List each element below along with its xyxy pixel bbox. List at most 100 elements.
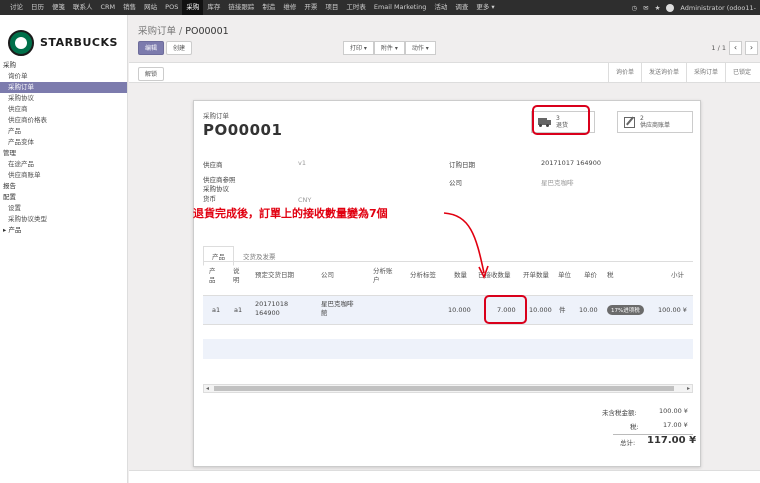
sidebar-item[interactable]: 采购订单: [0, 82, 127, 93]
star-icon[interactable]: ★: [655, 4, 661, 12]
col-price[interactable]: 单价: [584, 271, 597, 280]
app-menu-item[interactable]: 链接跟踪: [224, 0, 258, 15]
vendor-bills-smart-button[interactable]: 2 供应商账单: [617, 111, 693, 133]
clock-icon[interactable]: ◷: [631, 4, 637, 12]
col-analytic-tags[interactable]: 分析标签: [410, 271, 436, 280]
app-menu-item[interactable]: CRM: [97, 0, 120, 15]
app-menu-item[interactable]: 网站: [140, 0, 161, 15]
col-analytic-account[interactable]: 分析账 户: [373, 267, 393, 285]
cell-product[interactable]: a1: [212, 306, 220, 315]
sidebar-section[interactable]: 配置: [0, 192, 127, 203]
untaxed-label: 未含税金额:: [602, 409, 637, 417]
app-menu-item[interactable]: 制造: [258, 0, 279, 15]
app-menu-item[interactable]: 工时表: [342, 0, 370, 15]
logo-text: STARBUCKS: [40, 36, 118, 49]
order-date-label: 订购日期: [449, 161, 475, 169]
empty-row: [203, 359, 693, 379]
avatar[interactable]: [666, 3, 675, 12]
app-menu-item[interactable]: 活动: [430, 0, 451, 15]
cell-qty[interactable]: 10.000: [448, 306, 471, 315]
cell-billed[interactable]: 10.000: [529, 306, 552, 315]
col-uom[interactable]: 单位: [558, 271, 571, 280]
order-date-value[interactable]: 20171017 164900: [541, 159, 601, 167]
vendor-value[interactable]: v1: [298, 159, 306, 167]
stage-item[interactable]: 发送询价单: [640, 63, 686, 83]
sidebar-section[interactable]: ▸ 产品: [0, 225, 127, 236]
stage-item[interactable]: 采购订单: [685, 63, 725, 83]
col-subtotal[interactable]: 小计: [671, 271, 684, 280]
company-value[interactable]: 星巴克咖啡: [541, 177, 574, 187]
pager-next-button[interactable]: ›: [745, 41, 758, 55]
sidebar: STARBUCKS 采购 询价单 采购订单 采购协议 供应商 供应商价格表 产品 产品变体 管理…: [0, 15, 128, 483]
app-menu-item[interactable]: 项目: [321, 0, 342, 15]
chatter-area: [129, 470, 760, 483]
pager-prev-button[interactable]: ‹: [729, 41, 742, 55]
sidebar-item[interactable]: 采购协议: [0, 93, 127, 104]
breadcrumb-parent[interactable]: 采购订单: [138, 26, 176, 37]
sidebar-item[interactable]: 产品: [0, 126, 127, 137]
app-menu-item[interactable]: 日历: [27, 0, 48, 15]
scroll-left-icon[interactable]: ◂: [206, 385, 209, 392]
cell-desc[interactable]: a1: [234, 306, 242, 315]
sidebar-item[interactable]: 供应商价格表: [0, 115, 127, 126]
scroll-right-icon[interactable]: ▸: [687, 385, 690, 392]
app-menu-item[interactable]: POS: [161, 0, 182, 15]
vendor-label: 供应商: [203, 161, 223, 169]
highlight-box-received: [484, 295, 527, 324]
app-menu: 讨论 日历 便笺 联系人 CRM 销售 网站 POS 采购 库存 链接跟踪 制造 维修 开票 项目 工时表 Em…: [0, 0, 499, 15]
sidebar-item[interactable]: 供应商账单: [0, 170, 127, 181]
chat-icon[interactable]: ✉: [643, 4, 648, 12]
app-menu-item[interactable]: 更多 ▾: [472, 0, 498, 15]
action-dropdown[interactable]: 动作 ▾: [404, 41, 436, 55]
app-menu-item[interactable]: 维修: [279, 0, 300, 15]
empty-row: [203, 339, 693, 359]
app-menu-item[interactable]: 联系人: [69, 0, 97, 15]
sidebar-item[interactable]: 设置: [0, 203, 127, 214]
col-planned-date[interactable]: 预定交货日期: [255, 271, 294, 280]
app-menu-item[interactable]: 库存: [203, 0, 224, 15]
sidebar-section[interactable]: 报告: [0, 181, 127, 192]
attachment-dropdown[interactable]: 附件 ▾: [373, 41, 405, 55]
user-menu[interactable]: Administrator (odoo11-: [680, 4, 756, 12]
breadcrumb-current: PO00001: [185, 26, 229, 37]
edit-button[interactable]: 编辑: [138, 41, 165, 55]
unlock-button[interactable]: 解锁: [138, 67, 165, 81]
sidebar-item[interactable]: 询价单: [0, 71, 127, 82]
form-buttons: 编辑 创建: [138, 41, 193, 55]
col-product[interactable]: 产 品: [209, 267, 219, 285]
col-tax[interactable]: 税: [607, 271, 614, 280]
cell-company-1[interactable]: 星巴克咖啡: [321, 300, 354, 309]
app-menu-item[interactable]: 便笺: [48, 0, 69, 15]
sidebar-item[interactable]: 产品变体: [0, 137, 127, 148]
cell-price[interactable]: 10.00: [579, 306, 598, 315]
annotation-arrow: [443, 212, 489, 280]
print-dropdown[interactable]: 打印 ▾: [343, 41, 374, 55]
cell-company-2[interactable]: 館: [321, 309, 328, 318]
app-menu-item[interactable]: 开票: [300, 0, 321, 15]
cell-uom[interactable]: 件: [559, 306, 566, 315]
scrollbar-thumb[interactable]: [214, 386, 674, 391]
tax-label: 税:: [630, 423, 639, 431]
cell-subtotal[interactable]: 100.00 ¥: [658, 306, 687, 315]
stage-item[interactable]: 询价单: [607, 63, 641, 83]
create-button[interactable]: 创建: [166, 41, 193, 55]
sidebar-item[interactable]: 供应商: [0, 104, 127, 115]
currency-value[interactable]: CNY: [298, 196, 311, 204]
cell-planned-date-1[interactable]: 20171018: [255, 300, 288, 309]
sidebar-section[interactable]: 采购: [0, 60, 127, 71]
sidebar-section[interactable]: 管理: [0, 148, 127, 159]
cell-planned-date-2[interactable]: 164900: [255, 309, 280, 318]
horizontal-scrollbar[interactable]: ◂ ▸: [203, 384, 693, 393]
col-desc[interactable]: 说 明: [233, 267, 243, 285]
col-billed[interactable]: 开单数量: [523, 271, 549, 280]
app-menu-item[interactable]: 采购: [182, 0, 204, 15]
app-menu-item[interactable]: 调查: [451, 0, 472, 15]
col-company[interactable]: 公司: [321, 271, 334, 280]
app-menu-item[interactable]: Email Marketing: [370, 0, 431, 15]
sidebar-item[interactable]: 采购协议类型: [0, 214, 127, 225]
table-row[interactable]: a1 a1 20171018 164900 星巴克咖啡 館 10.000 7.0…: [203, 295, 693, 325]
app-menu-item[interactable]: 销售: [119, 0, 140, 15]
stage-item[interactable]: 已锁定: [724, 63, 758, 83]
sidebar-item[interactable]: 在途产品: [0, 159, 127, 170]
app-menu-item[interactable]: 讨论: [6, 0, 27, 15]
